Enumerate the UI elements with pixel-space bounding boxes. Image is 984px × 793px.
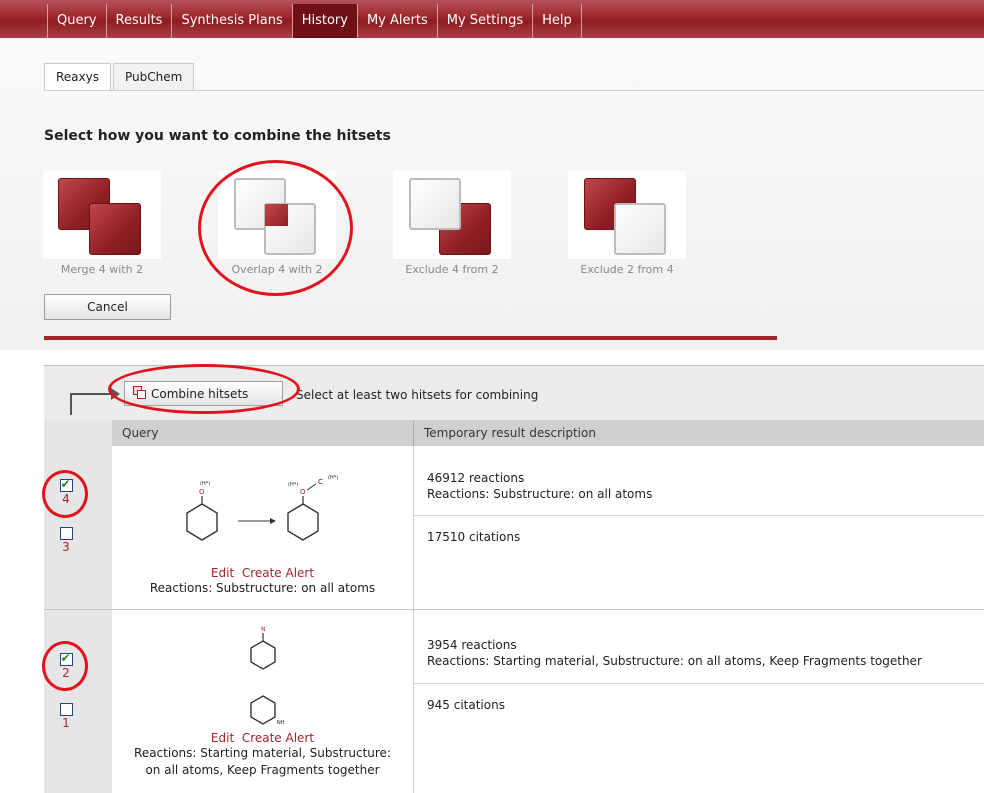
nav-tab-help[interactable]: Help	[532, 4, 582, 38]
nav-tabs: Query Results Synthesis Plans History My…	[47, 4, 582, 38]
combine-hitsets-button[interactable]: Combine hitsets	[124, 381, 283, 406]
combine-icon	[133, 386, 147, 400]
result-count[interactable]: 17510 citations	[427, 529, 520, 545]
result-count[interactable]: 3954 reactions	[427, 637, 922, 653]
section-divider	[44, 336, 777, 340]
combine-title: Select how you want to combine the hitse…	[44, 128, 391, 144]
result-count[interactable]: 46912 reactions	[427, 470, 652, 486]
tab-underline	[44, 90, 984, 91]
result-count[interactable]: 945 citations	[427, 697, 505, 713]
nav-tab-history[interactable]: History	[291, 4, 357, 38]
source-tabs: Reaxys PubChem	[44, 63, 196, 91]
hitset-number: 1	[62, 716, 70, 730]
query-links: Edit Create Alert	[112, 566, 413, 580]
connector-line-vertical	[70, 394, 72, 415]
svg-text:C: C	[318, 478, 323, 486]
svg-text:(H*): (H*)	[328, 475, 338, 481]
hitset-4-select: 4	[54, 477, 78, 506]
reaction-structure-2: N NH	[250, 626, 285, 726]
tab-pubchem[interactable]: PubChem	[113, 63, 195, 91]
result-divider	[414, 683, 984, 684]
exclude-2-from-4-label: Exclude 2 from 4	[580, 263, 674, 276]
cancel-button[interactable]: Cancel	[44, 294, 171, 320]
hitset-1-checkbox[interactable]	[59, 703, 73, 716]
exclude-second-icon	[568, 171, 686, 259]
nav-tab-results[interactable]: Results	[105, 4, 172, 38]
arrow-right-icon	[111, 388, 120, 400]
row-divider	[44, 609, 984, 610]
hitset-number: 3	[62, 540, 70, 554]
column-divider	[413, 446, 414, 793]
query-description: Reactions: Substructure: on all atoms	[149, 581, 376, 595]
result-citations-1: 17510 citations	[427, 529, 520, 545]
nav-lead-spacer	[0, 4, 47, 38]
query-cell-2: Edit Create Alert Reactions: Starting ma…	[112, 731, 413, 779]
reaction-structure-1: O (H*) O C (H*) (H*)	[186, 475, 338, 541]
overlap-icon	[218, 171, 336, 259]
hitset-1-select: 1	[54, 703, 78, 730]
tab-reaxys[interactable]: Reaxys	[44, 63, 111, 91]
merge-icon	[43, 171, 161, 259]
hitset-2-select: 2	[54, 651, 78, 680]
nav-tab-query[interactable]: Query	[47, 4, 106, 38]
hitset-4-checkbox[interactable]	[59, 477, 73, 492]
svg-text:(H*): (H*)	[200, 481, 210, 487]
result-citations-2: 945 citations	[427, 697, 505, 713]
edit-link[interactable]: Edit	[211, 731, 234, 745]
nav-tab-synthesis-plans[interactable]: Synthesis Plans	[171, 4, 291, 38]
connector-line	[70, 393, 114, 395]
top-navigation-bar: Query Results Synthesis Plans History My…	[0, 0, 984, 38]
edit-link[interactable]: Edit	[211, 566, 234, 580]
column-header-result: Temporary result description	[424, 426, 596, 440]
result-reactions-1: 46912 reactions Reactions: Substructure:…	[427, 470, 652, 502]
exclude-4-from-2-label: Exclude 4 from 2	[405, 263, 499, 276]
hitset-2-checkbox[interactable]	[59, 651, 73, 666]
nav-tab-my-alerts[interactable]: My Alerts	[356, 4, 437, 38]
table-header: Query Temporary result description	[112, 420, 984, 446]
merge-option-label: Merge 4 with 2	[60, 263, 144, 276]
exclude-2-from-4-option[interactable]: Exclude 2 from 4	[568, 171, 686, 276]
svg-text:(H*): (H*)	[288, 482, 298, 488]
svg-text:N: N	[261, 626, 266, 633]
query-description: Reactions: Starting material, Substructu…	[134, 746, 391, 777]
create-alert-link[interactable]: Create Alert	[242, 566, 314, 580]
result-detail: Reactions: Substructure: on all atoms	[427, 487, 653, 501]
overlap-option-label: Overlap 4 with 2	[231, 263, 323, 276]
svg-text:NH: NH	[277, 720, 285, 726]
column-header-query: Query	[112, 420, 414, 446]
svg-text:O: O	[300, 488, 306, 496]
hitset-3-checkbox[interactable]	[59, 527, 73, 540]
hitset-number: 4	[62, 492, 70, 506]
selection-gutter	[44, 420, 112, 793]
merge-option[interactable]: Merge 4 with 2	[43, 171, 161, 276]
nav-tab-my-settings[interactable]: My Settings	[436, 4, 532, 38]
exclude-first-icon	[393, 171, 511, 259]
exclude-4-from-2-option[interactable]: Exclude 4 from 2	[393, 171, 511, 276]
create-alert-link[interactable]: Create Alert	[242, 731, 314, 745]
svg-text:O: O	[199, 488, 205, 496]
result-divider	[414, 515, 984, 516]
hitset-number: 2	[62, 666, 70, 680]
hitset-3-select: 3	[54, 527, 78, 554]
combine-hint-text: Select at least two hitsets for combinin…	[296, 388, 539, 402]
query-cell-1: Edit Create Alert Reactions: Substructur…	[112, 566, 413, 597]
overlap-option[interactable]: Overlap 4 with 2	[218, 171, 336, 276]
result-detail: Reactions: Starting material, Substructu…	[427, 654, 922, 668]
result-reactions-2: 3954 reactions Reactions: Starting mater…	[427, 637, 922, 669]
query-links: Edit Create Alert	[112, 731, 413, 745]
combine-hitsets-label: Combine hitsets	[151, 387, 249, 401]
